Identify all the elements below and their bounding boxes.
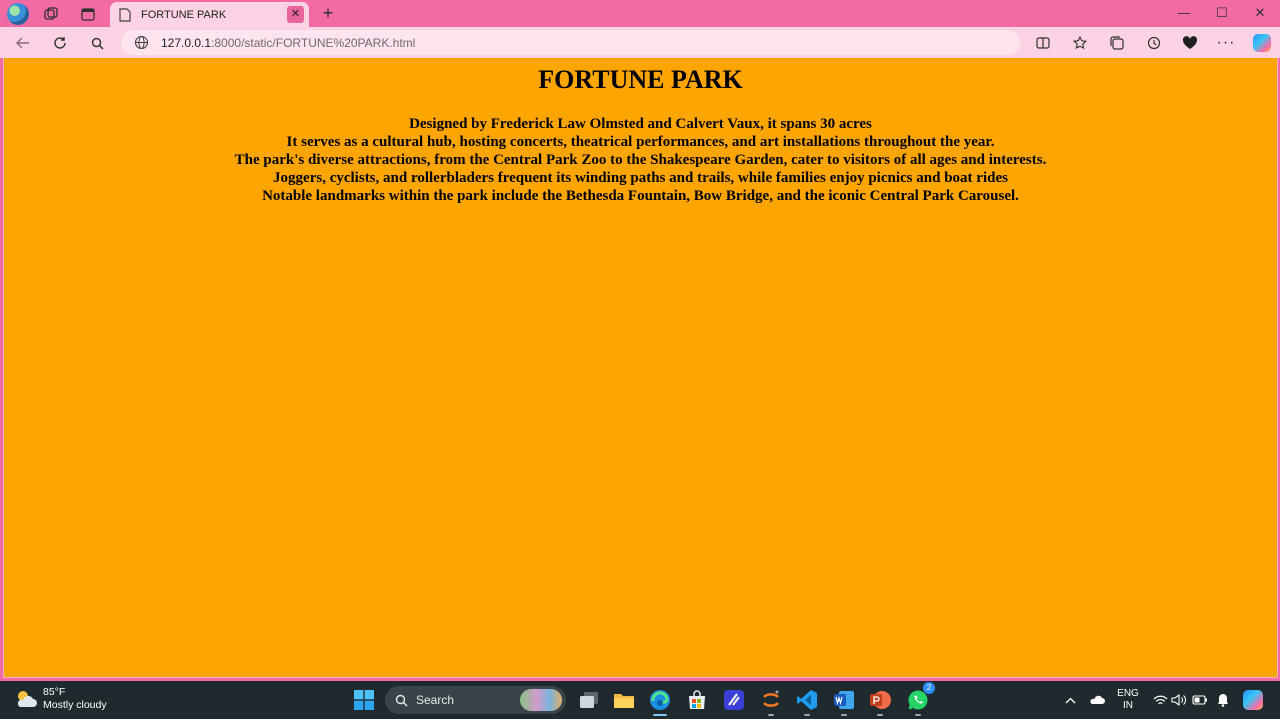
back-arrow-icon[interactable]: [12, 32, 34, 54]
page-icon: [119, 7, 131, 22]
taskbar-search-box[interactable]: Search: [385, 686, 566, 714]
search-icon[interactable]: [86, 32, 108, 54]
onedrive-cloud-icon[interactable]: [1088, 681, 1106, 719]
page-viewport: FORTUNE PARK Designed by Frederick Law O…: [3, 58, 1278, 678]
tab-close-icon[interactable]: ✕: [287, 6, 304, 23]
favorites-star-icon[interactable]: [1069, 32, 1091, 54]
microsoft-store-icon[interactable]: [684, 687, 710, 713]
tab-title: FORTUNE PARK: [141, 8, 227, 21]
vscode-icon[interactable]: [794, 687, 820, 716]
running-app-indicator: [877, 714, 883, 716]
running-app-indicator: [915, 714, 921, 716]
running-app-indicator: [768, 714, 774, 716]
close-window-button[interactable]: ✕: [1245, 3, 1275, 23]
page-line: The park's diverse attractions, from the…: [234, 152, 1047, 168]
page-title: FORTUNE PARK: [538, 65, 743, 94]
active-app-indicator: [653, 714, 667, 716]
profile-avatar-icon[interactable]: [7, 3, 29, 25]
more-options-icon[interactable]: ···: [1215, 32, 1237, 54]
url-text[interactable]: 127.0.0.1:8000/static/FORTUNE%20PARK.htm…: [161, 36, 415, 50]
file-explorer-icon[interactable]: [611, 687, 637, 713]
windows-start-icon[interactable]: [351, 687, 377, 713]
page-line: It serves as a cultural hub, hosting con…: [286, 134, 995, 150]
task-view-icon[interactable]: [576, 687, 602, 713]
page-line: Notable landmarks within the park includ…: [262, 188, 1019, 204]
whatsapp-icon[interactable]: 2: [905, 682, 935, 716]
copilot-taskbar-icon[interactable]: [1240, 681, 1266, 719]
jupyter-icon[interactable]: [758, 687, 784, 716]
extension-heart-icon[interactable]: [1179, 32, 1201, 54]
collections-icon[interactable]: [1106, 32, 1128, 54]
browser-toolbar: 127.0.0.1:8000/static/FORTUNE%20PARK.htm…: [0, 27, 1280, 58]
region-code: IN: [1123, 700, 1133, 711]
minimize-button[interactable]: —: [1169, 3, 1199, 23]
page-line: Designed by Frederick Law Olmsted and Ca…: [409, 116, 872, 132]
maximize-button[interactable]: ☐: [1207, 3, 1237, 23]
url-path: :8000/static/FORTUNE%20PARK.html: [211, 36, 416, 50]
wifi-icon[interactable]: [1151, 681, 1169, 719]
notification-badge: 2: [923, 682, 935, 694]
cloudy-sun-icon: [14, 688, 38, 710]
workspaces-icon[interactable]: [40, 4, 62, 24]
volume-icon[interactable]: [1170, 681, 1188, 719]
word-icon[interactable]: [831, 687, 857, 716]
weather-widget[interactable]: 85°F Mostly cloudy: [14, 686, 107, 712]
split-screen-icon[interactable]: [1032, 32, 1054, 54]
new-tab-plus-icon[interactable]: +: [318, 3, 338, 23]
url-host: 127.0.0.1: [161, 36, 212, 50]
show-hidden-icons-chevron-icon[interactable]: [1062, 681, 1078, 719]
taskbar: 85°F Mostly cloudy Search 2 ENG IN: [0, 681, 1280, 719]
address-bar[interactable]: 127.0.0.1:8000/static/FORTUNE%20PARK.htm…: [121, 30, 1020, 55]
history-icon[interactable]: [1143, 32, 1165, 54]
language-code: ENG: [1117, 688, 1139, 699]
search-label: Search: [416, 693, 455, 707]
search-highlight-art: [520, 689, 562, 711]
powerpoint-icon[interactable]: [867, 687, 893, 716]
edge-browser-icon[interactable]: [647, 687, 673, 716]
search-icon: [395, 694, 408, 707]
copilot-icon[interactable]: [1251, 32, 1273, 54]
page-line: Joggers, cyclists, and rollerbladers fre…: [273, 170, 1008, 186]
running-app-indicator: [841, 714, 847, 716]
active-tab[interactable]: FORTUNE PARK ✕: [110, 2, 309, 27]
tab-actions-icon[interactable]: [77, 4, 99, 24]
site-info-globe-icon[interactable]: [134, 35, 149, 50]
weather-description: Mostly cloudy: [43, 699, 107, 711]
browser-tab-bar: FORTUNE PARK ✕ + — ☐ ✕: [0, 0, 1280, 27]
refresh-icon[interactable]: [49, 32, 71, 54]
language-indicator[interactable]: ENG IN: [1113, 681, 1143, 719]
running-app-indicator: [804, 714, 810, 716]
weather-temperature: 85°F: [43, 686, 66, 698]
battery-icon[interactable]: [1190, 681, 1210, 719]
editor-app-icon[interactable]: [721, 687, 747, 713]
notification-bell-icon[interactable]: [1214, 681, 1232, 719]
page-text-block: Designed by Frederick Law Olmsted and Ca…: [4, 115, 1277, 205]
